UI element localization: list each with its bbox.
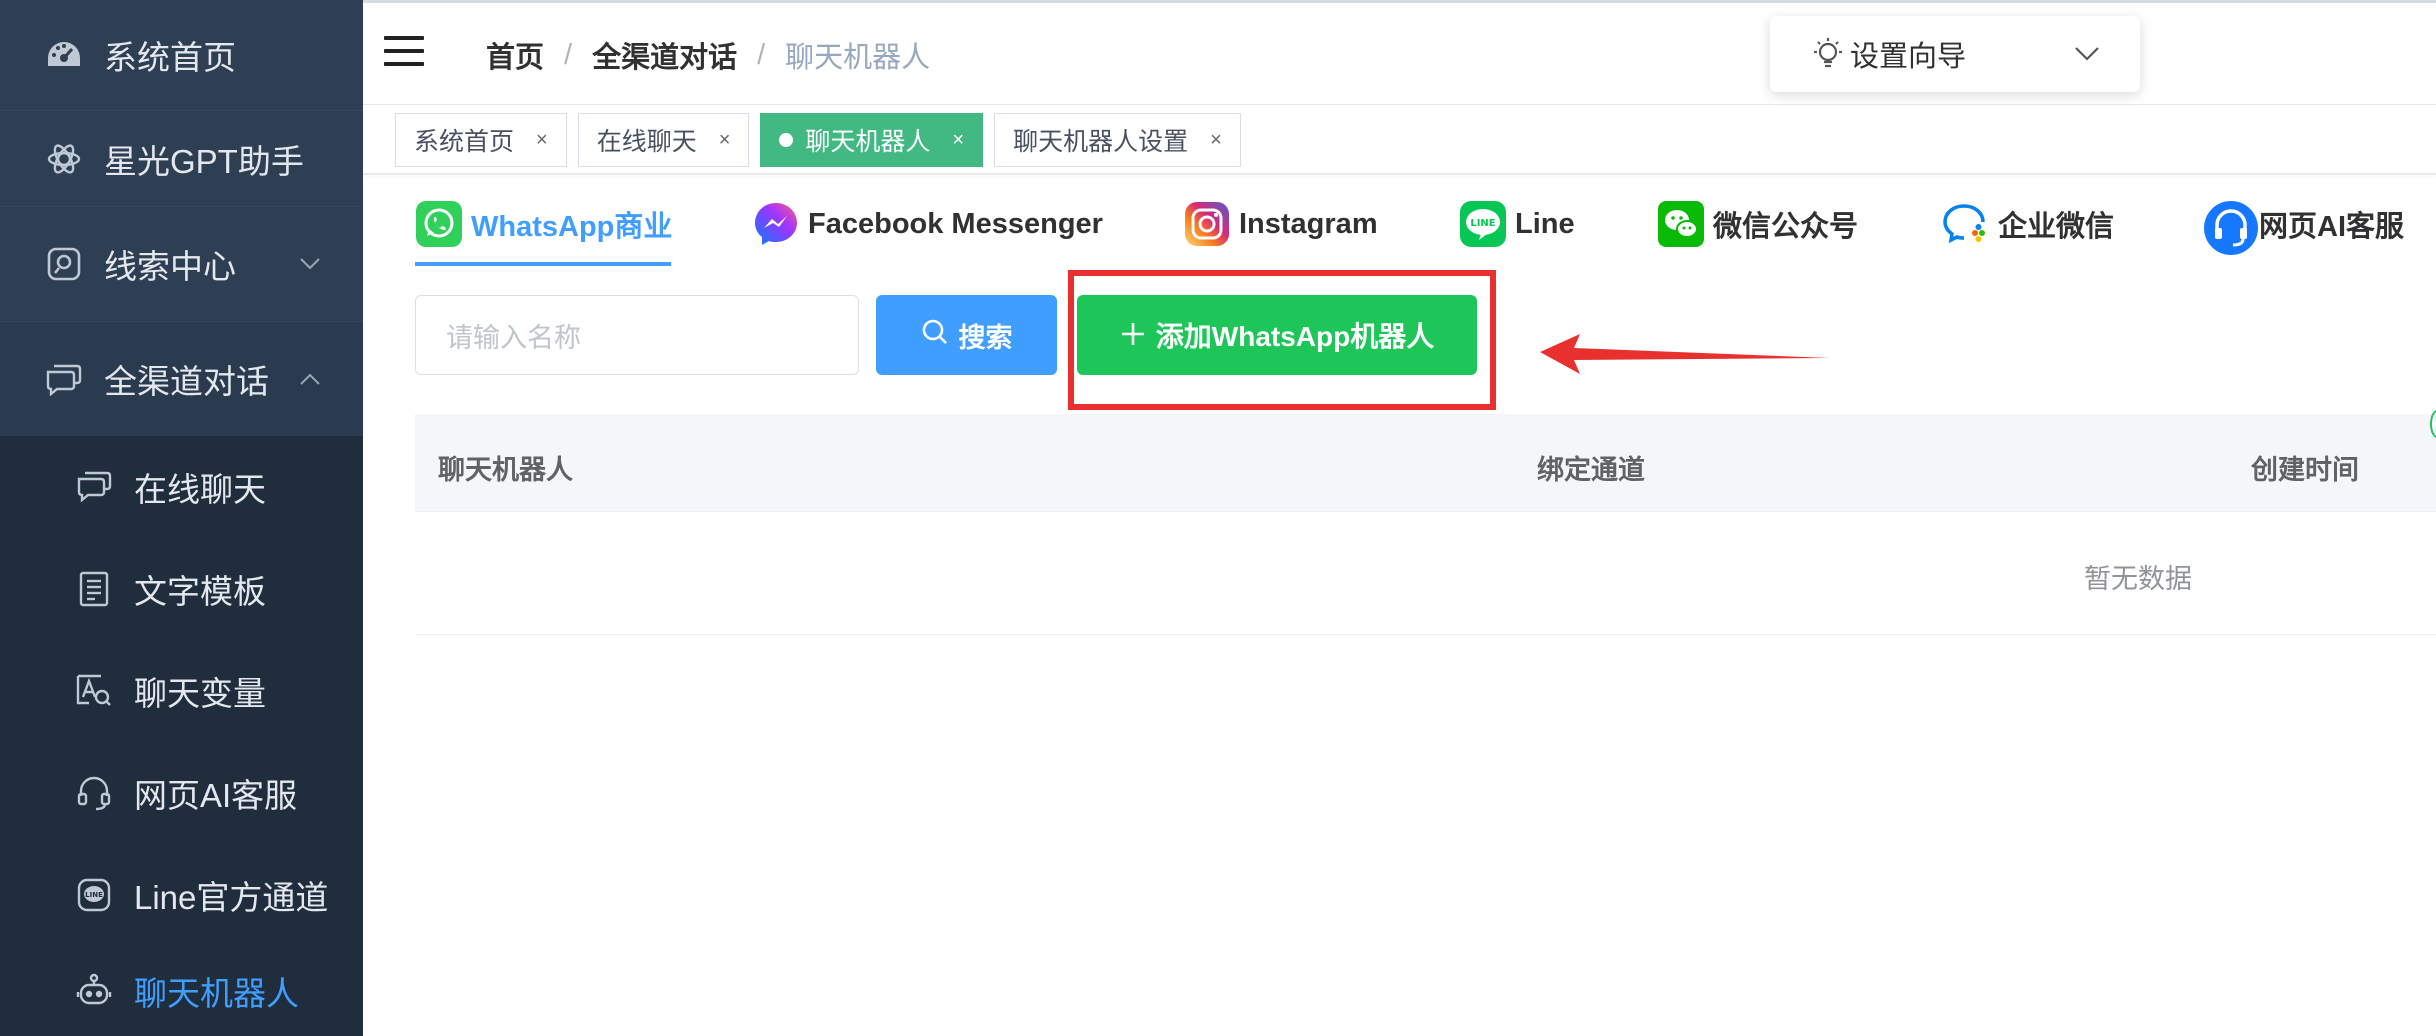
name-search-input[interactable]: 请输入名称	[415, 295, 859, 375]
tab-web-ai-service[interactable]: 网页AI客服	[2203, 196, 2405, 255]
tag-home[interactable]: 系统首页 ×	[395, 113, 567, 167]
tag-online-chat[interactable]: 在线聊天 ×	[577, 113, 750, 167]
breadcrumb-omnichannel[interactable]: 全渠道对话	[592, 34, 737, 76]
sidebar-item-online-chat[interactable]: 在线聊天	[0, 436, 363, 538]
search-square-icon	[44, 244, 84, 284]
instagram-icon	[1183, 200, 1231, 248]
sidebar-item-label: 文字模板	[134, 573, 266, 610]
annotation-highlight-box	[1068, 270, 1496, 410]
chevron-down-icon	[2072, 38, 2102, 68]
wecom-icon	[1942, 200, 1990, 248]
chat-icon	[74, 467, 114, 507]
sidebar-item-web-ai-service[interactable]: 网页AI客服	[0, 742, 363, 844]
sidebar-item-label: 聊天变量	[134, 675, 266, 712]
tab-line[interactable]: LINE Line	[1459, 196, 1575, 252]
headset-icon	[74, 773, 114, 813]
breadcrumb-separator: /	[757, 38, 766, 71]
svg-text:LINE: LINE	[85, 891, 103, 899]
sidebar-item-chatbot[interactable]: 聊天机器人	[0, 946, 363, 1036]
sidebar-item-label: 在线聊天	[134, 471, 266, 508]
header-divider	[363, 104, 2436, 105]
setup-guide-label: 设置向导	[1850, 41, 1967, 73]
tab-facebook-messenger[interactable]: Facebook Messenger	[752, 196, 1103, 252]
sidebar-item-label: 网页AI客服	[134, 777, 298, 814]
tags-view: 系统首页 × 在线聊天 × 聊天机器人 × 聊天机器人设置 ×	[395, 113, 1252, 167]
svg-text:LINE: LINE	[1470, 218, 1495, 229]
tab-wecom[interactable]: 企业微信	[1942, 196, 2114, 252]
openai-icon	[44, 139, 84, 179]
tab-label: 企业微信	[1998, 211, 2115, 243]
tab-instagram[interactable]: Instagram	[1183, 196, 1378, 252]
tag-label: 在线聊天	[596, 128, 697, 156]
chevron-up-icon	[299, 366, 321, 392]
web-ai-service-icon	[2203, 200, 2258, 255]
table-bottom-border	[415, 634, 2436, 635]
column-header-bound-channel: 绑定通道	[1537, 455, 1645, 485]
search-placeholder: 请输入名称	[446, 322, 581, 353]
column-header-created-time: 创建时间	[2251, 455, 2359, 485]
tag-label: 聊天机器人	[805, 128, 931, 156]
tag-chatbot-settings[interactable]: 聊天机器人设置 ×	[994, 113, 1241, 167]
breadcrumb-current: 聊天机器人	[785, 42, 931, 74]
sidebar-item-label: Line官方通道	[134, 879, 329, 916]
close-icon[interactable]: ×	[952, 129, 964, 152]
line-icon: LINE	[74, 875, 114, 915]
search-button[interactable]: 搜索	[876, 295, 1057, 375]
column-header-chatbot: 聊天机器人	[438, 455, 573, 485]
tab-label: 微信公众号	[1713, 211, 1859, 243]
sidebar-item-label: 星光GPT助手	[104, 142, 304, 180]
sidebar-item-home[interactable]: 系统首页	[0, 0, 363, 110]
tags-divider	[363, 173, 2436, 175]
breadcrumb-home[interactable]: 首页	[486, 34, 544, 76]
search-button-label: 搜索	[958, 322, 1013, 353]
robot-icon	[74, 971, 114, 1011]
annotation-arrow-icon	[1540, 334, 1830, 374]
breadcrumb-separator: /	[564, 38, 573, 71]
sidebar-item-label: 全渠道对话	[104, 363, 269, 400]
wechat-icon	[1657, 200, 1705, 248]
sidebar: 系统首页 星光GPT助手 线索中心 全渠道对话 在线聊天 文字模板 聊天变量 网…	[0, 0, 363, 1036]
whatsapp-icon	[415, 200, 463, 248]
top-border	[363, 0, 2436, 3]
tag-label: 聊天机器人设置	[1013, 128, 1189, 156]
close-icon[interactable]: ×	[1210, 129, 1222, 152]
table-header: 聊天机器人 绑定通道 创建时间	[415, 414, 2436, 512]
chat-bubbles-icon	[44, 359, 84, 399]
active-tab-indicator	[415, 262, 671, 266]
sidebar-item-text-templates[interactable]: 文字模板	[0, 538, 363, 640]
tab-label: 网页AI客服	[2259, 211, 2405, 243]
line-icon: LINE	[1459, 200, 1507, 248]
sidebar-item-gpt[interactable]: 星光GPT助手	[0, 110, 363, 206]
empty-table-text: 暂无数据	[2084, 564, 2192, 594]
sidebar-item-label: 聊天机器人	[134, 975, 299, 1012]
tab-label: WhatsApp商业	[471, 211, 673, 243]
dashboard-icon	[44, 35, 84, 75]
close-icon[interactable]: ×	[719, 129, 731, 152]
tab-whatsapp[interactable]: WhatsApp商业	[415, 196, 672, 252]
breadcrumb: 首页 / 全渠道对话 / 聊天机器人	[486, 34, 930, 76]
tag-label: 系统首页	[414, 128, 515, 156]
sidebar-item-label: 系统首页	[104, 39, 236, 76]
lightbulb-icon	[1810, 36, 1846, 72]
sidebar-item-chat-variables[interactable]: 聊天变量	[0, 640, 363, 742]
tab-label: Line	[1515, 207, 1575, 240]
sidebar-item-line-channel[interactable]: LINE Line官方通道	[0, 844, 363, 946]
tag-chatbot[interactable]: 聊天机器人 ×	[760, 113, 984, 167]
active-dot-icon	[779, 133, 794, 147]
search-icon	[921, 318, 959, 353]
messenger-icon	[752, 200, 800, 248]
sidebar-item-leads[interactable]: 线索中心	[0, 206, 363, 321]
tab-label: Facebook Messenger	[808, 207, 1103, 240]
hamburger-menu-icon[interactable]	[384, 36, 424, 66]
close-icon[interactable]: ×	[536, 129, 548, 152]
variable-icon	[74, 671, 114, 711]
document-icon	[74, 569, 114, 609]
sidebar-item-omnichannel[interactable]: 全渠道对话	[0, 321, 363, 436]
chevron-down-icon	[299, 251, 321, 277]
tab-label: Instagram	[1239, 207, 1378, 240]
setup-guide-dropdown[interactable]: 设置向导	[1770, 16, 2140, 92]
tab-wechat-official[interactable]: 微信公众号	[1657, 196, 1858, 252]
sidebar-item-label: 线索中心	[104, 248, 236, 285]
